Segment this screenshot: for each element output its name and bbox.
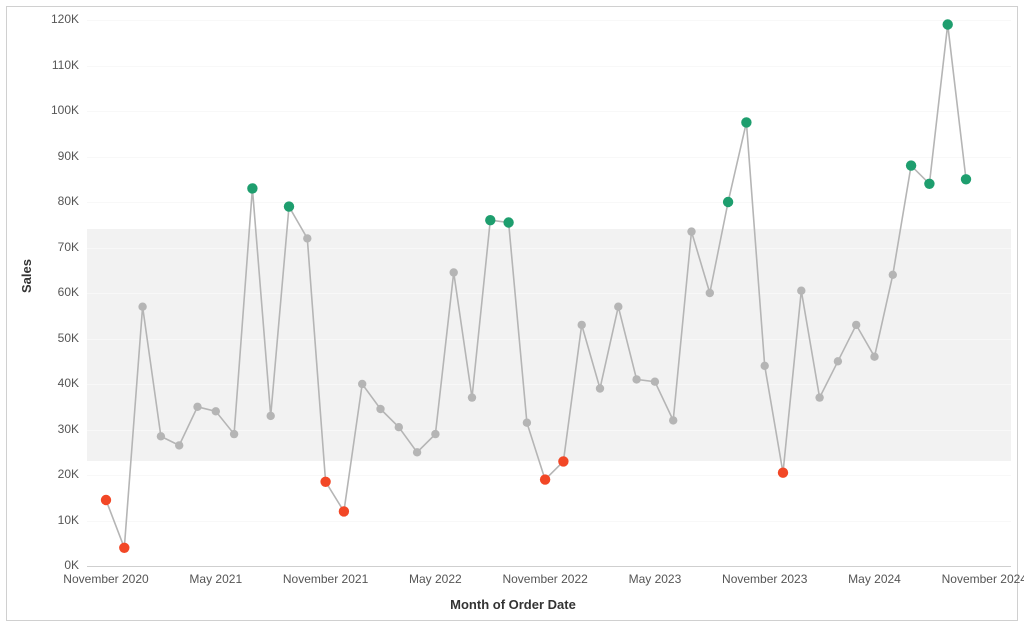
data-point[interactable] bbox=[303, 234, 311, 242]
data-point[interactable] bbox=[376, 405, 384, 413]
data-point[interactable] bbox=[889, 271, 897, 279]
data-point[interactable] bbox=[450, 268, 458, 276]
x-tick-label: May 2022 bbox=[409, 572, 462, 586]
data-point[interactable] bbox=[870, 353, 878, 361]
data-point[interactable] bbox=[558, 456, 568, 466]
data-point[interactable] bbox=[119, 543, 129, 553]
chart-frame: 0K10K20K30K40K50K60K70K80K90K100K110K120… bbox=[6, 6, 1018, 621]
data-point[interactable] bbox=[320, 477, 330, 487]
data-point[interactable] bbox=[540, 474, 550, 484]
data-point[interactable] bbox=[358, 380, 366, 388]
data-point[interactable] bbox=[157, 432, 165, 440]
x-tick-label: May 2021 bbox=[189, 572, 242, 586]
data-point[interactable] bbox=[284, 201, 294, 211]
data-point[interactable] bbox=[596, 384, 604, 392]
data-point[interactable] bbox=[468, 393, 476, 401]
data-point[interactable] bbox=[212, 407, 220, 415]
data-point[interactable] bbox=[687, 227, 695, 235]
data-point[interactable] bbox=[395, 423, 403, 431]
data-point[interactable] bbox=[413, 448, 421, 456]
data-point[interactable] bbox=[651, 378, 659, 386]
x-tick-label: November 2023 bbox=[722, 572, 807, 586]
data-point[interactable] bbox=[632, 375, 640, 383]
data-point[interactable] bbox=[485, 215, 495, 225]
data-point[interactable] bbox=[578, 321, 586, 329]
data-point[interactable] bbox=[175, 441, 183, 449]
data-point[interactable] bbox=[247, 183, 257, 193]
data-point[interactable] bbox=[101, 495, 111, 505]
data-point[interactable] bbox=[614, 303, 622, 311]
data-point[interactable] bbox=[230, 430, 238, 438]
x-tick-label: May 2024 bbox=[848, 572, 901, 586]
data-point[interactable] bbox=[523, 419, 531, 427]
data-point[interactable] bbox=[503, 217, 513, 227]
data-point[interactable] bbox=[761, 362, 769, 370]
y-axis-label: Sales bbox=[19, 259, 34, 293]
x-tick-label: November 2024 bbox=[942, 572, 1024, 586]
data-point[interactable] bbox=[706, 289, 714, 297]
x-tick-label: November 2020 bbox=[63, 572, 148, 586]
series-points bbox=[101, 19, 971, 553]
data-point[interactable] bbox=[431, 430, 439, 438]
data-point[interactable] bbox=[815, 393, 823, 401]
data-point[interactable] bbox=[834, 357, 842, 365]
data-point[interactable] bbox=[741, 117, 751, 127]
data-point[interactable] bbox=[797, 287, 805, 295]
data-point[interactable] bbox=[193, 403, 201, 411]
x-tick-label: November 2022 bbox=[502, 572, 587, 586]
data-point[interactable] bbox=[778, 468, 788, 478]
data-point[interactable] bbox=[906, 160, 916, 170]
data-point[interactable] bbox=[669, 416, 677, 424]
chart-svg bbox=[7, 7, 1019, 622]
data-point[interactable] bbox=[961, 174, 971, 184]
series-line bbox=[106, 25, 966, 548]
data-point[interactable] bbox=[267, 412, 275, 420]
data-point[interactable] bbox=[339, 506, 349, 516]
data-point[interactable] bbox=[924, 179, 934, 189]
data-point[interactable] bbox=[138, 303, 146, 311]
data-point[interactable] bbox=[852, 321, 860, 329]
data-point[interactable] bbox=[723, 197, 733, 207]
x-axis-label: Month of Order Date bbox=[7, 597, 1019, 612]
x-tick-label: November 2021 bbox=[283, 572, 368, 586]
x-tick-label: May 2023 bbox=[629, 572, 682, 586]
data-point[interactable] bbox=[943, 19, 953, 29]
